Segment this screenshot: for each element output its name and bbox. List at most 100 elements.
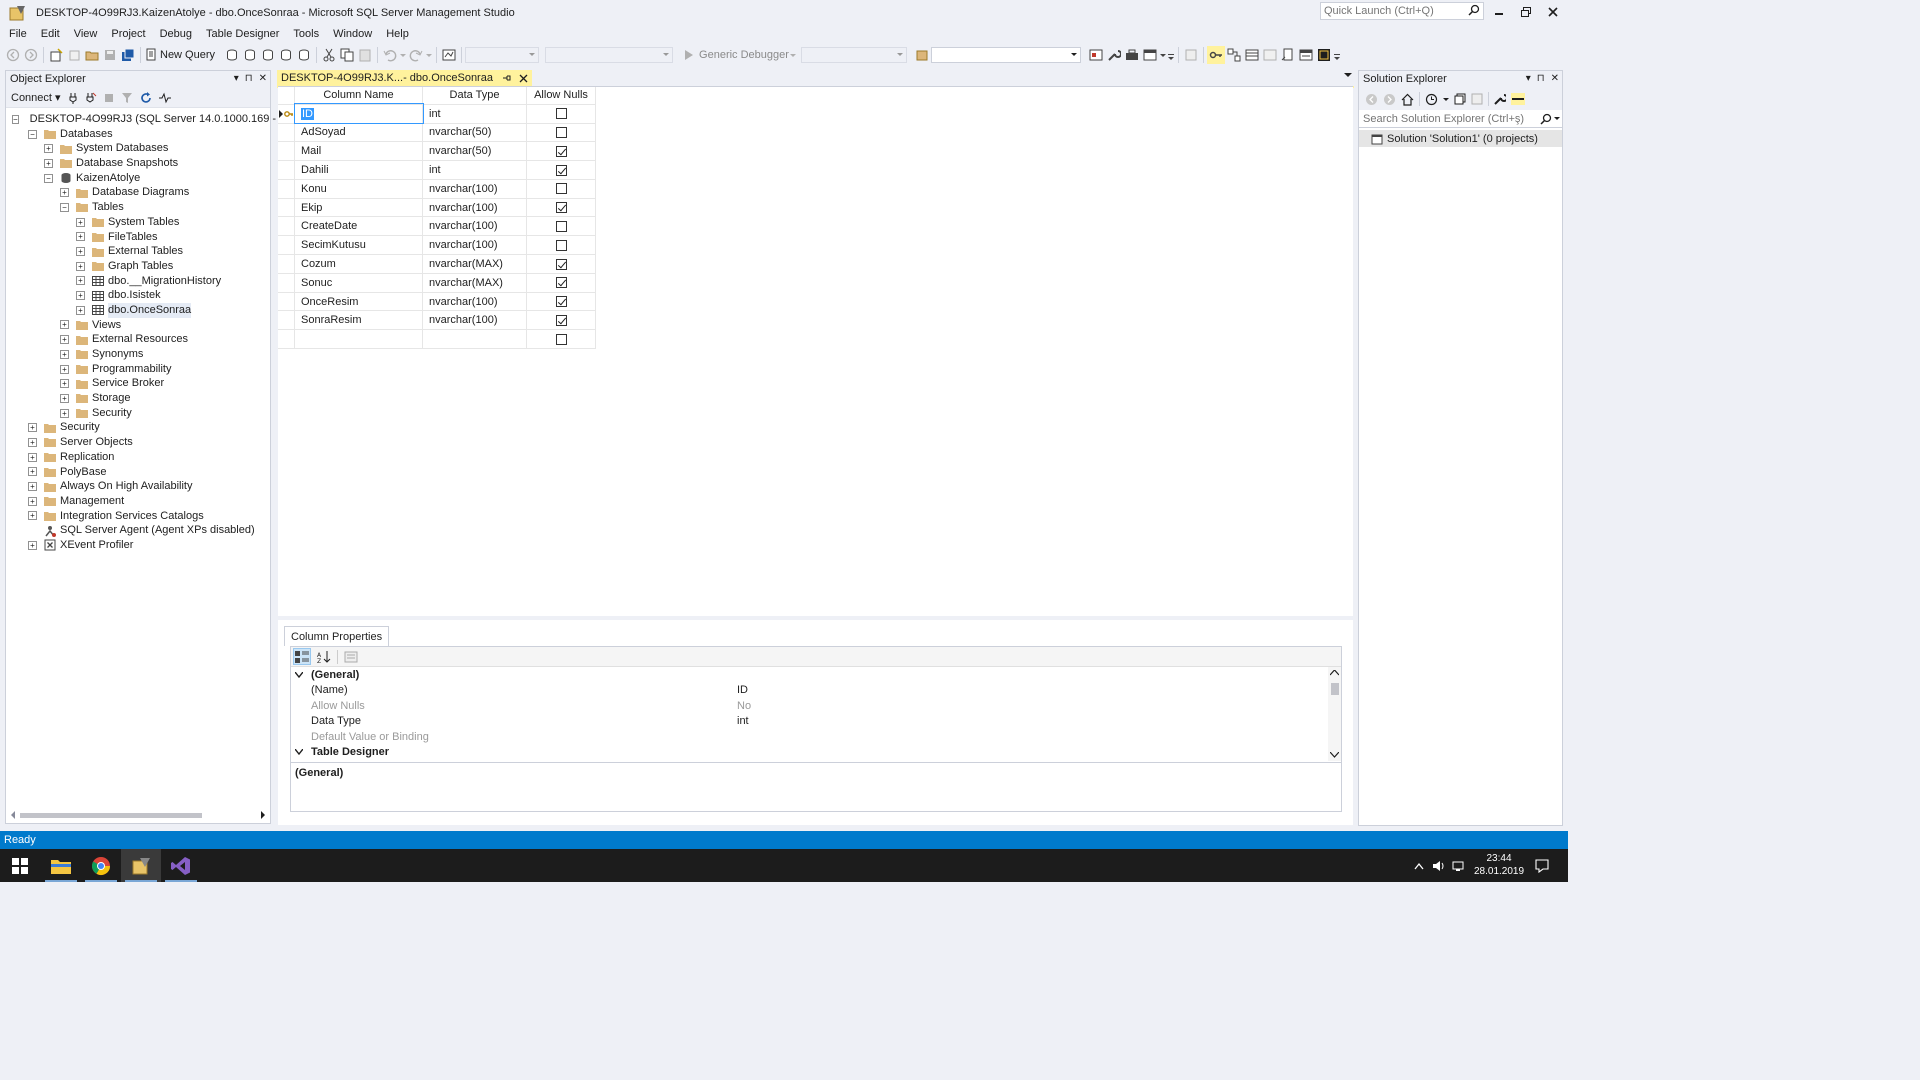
expand-icon[interactable]: + (76, 232, 85, 242)
allow-nulls-cell[interactable] (526, 235, 596, 256)
table-row[interactable]: CreateDate nvarchar(100) (278, 216, 596, 237)
header-allow-nulls[interactable]: Allow Nulls (526, 87, 596, 105)
restore-button[interactable] (1516, 4, 1536, 20)
filter-icon[interactable] (121, 92, 133, 104)
tree-node-system-databases[interactable]: + System Databases (6, 141, 270, 156)
expand-icon[interactable]: + (28, 452, 37, 462)
allow-nulls-checkbox[interactable] (555, 296, 567, 308)
table-row[interactable]: Cozum nvarchar(MAX) (278, 254, 596, 274)
expand-icon[interactable]: + (28, 423, 37, 433)
debugger-dropdown[interactable] (789, 46, 797, 64)
search-icon[interactable] (1540, 113, 1552, 125)
tree-node-table-isistek[interactable]: + dbo.Isistek (6, 288, 270, 303)
column-name-cell[interactable]: SecimKutusu (294, 235, 423, 256)
manage-xml-indexes-button[interactable] (1261, 46, 1279, 64)
object-explorer-hscrollbar[interactable] (6, 810, 270, 820)
layout-dropdown[interactable] (1159, 46, 1167, 64)
data-type-cell[interactable]: nvarchar(50) (422, 141, 527, 162)
tree-node-table-oncesonraa[interactable]: + dbo.OnceSonraa (6, 302, 270, 318)
pin-icon[interactable]: ⊓ (1537, 73, 1545, 85)
collapse-icon[interactable]: − (12, 114, 19, 124)
column-name-cell[interactable] (294, 329, 423, 350)
tree-node-storage[interactable]: + Storage (6, 391, 270, 406)
toolbar-options-button[interactable] (1167, 46, 1175, 64)
data-type-cell[interactable]: nvarchar(100) (422, 292, 527, 312)
copy-button[interactable] (338, 46, 356, 64)
row-selector[interactable] (278, 141, 295, 162)
collapse-icon[interactable]: − (60, 202, 69, 212)
menu-file[interactable]: File (2, 26, 34, 44)
data-type-cell[interactable]: nvarchar(100) (422, 179, 527, 199)
volume-icon[interactable] (1432, 860, 1446, 872)
allow-nulls-checkbox[interactable] (555, 258, 567, 270)
column-name-cell[interactable]: Konu (294, 179, 423, 199)
property-pages-button[interactable] (342, 648, 360, 665)
tree-node-filetables[interactable]: + FileTables (6, 230, 270, 245)
allow-nulls-cell[interactable] (526, 141, 596, 162)
paste-button[interactable] (356, 46, 374, 64)
row-selector[interactable] (278, 104, 295, 124)
new-table-row[interactable] (278, 329, 596, 350)
table-row[interactable]: SecimKutusu nvarchar(100) (278, 235, 596, 256)
history-dropdown-icon[interactable] (1443, 94, 1449, 104)
back-icon[interactable] (1365, 93, 1378, 106)
row-selector[interactable] (278, 310, 295, 331)
scroll-down-icon[interactable] (1330, 752, 1339, 758)
expand-icon[interactable]: + (28, 540, 37, 550)
menu-table-designer[interactable]: Table Designer (199, 26, 286, 44)
property-category-table-designer[interactable]: Table Designer (291, 745, 1341, 761)
allow-nulls-checkbox[interactable] (555, 145, 567, 157)
column-name-cell[interactable]: Ekip (294, 198, 423, 218)
allow-nulls-cell[interactable] (526, 179, 596, 199)
tree-node-sql-agent[interactable]: SQL Server Agent (Agent XPs disabled) (6, 523, 270, 538)
debugger-label[interactable]: Generic Debugger (699, 49, 789, 61)
table-row[interactable]: Sonuc nvarchar(MAX) (278, 273, 596, 293)
data-type-cell[interactable]: nvarchar(100) (422, 310, 527, 331)
expand-icon[interactable]: + (60, 393, 69, 403)
property-value[interactable]: int (737, 715, 749, 727)
table-row[interactable]: AdSoyad nvarchar(50) (278, 123, 596, 143)
connect-button[interactable]: Connect ▾ (11, 91, 61, 104)
refresh-icon[interactable] (140, 91, 152, 104)
taskbar-ssms[interactable] (121, 849, 161, 882)
expand-icon[interactable]: + (28, 467, 37, 477)
allow-nulls-checkbox[interactable] (555, 277, 567, 289)
allow-nulls-checkbox[interactable] (555, 202, 567, 214)
start-button[interactable] (0, 849, 40, 882)
expand-icon[interactable]: + (76, 291, 85, 301)
tree-node-programmability[interactable]: + Programmability (6, 362, 270, 377)
tree-node-xevent-profiler[interactable]: + XEvent Profiler (6, 538, 270, 553)
data-type-cell[interactable]: nvarchar(MAX) (422, 254, 527, 274)
row-selector[interactable] (278, 123, 295, 143)
tree-node-server[interactable]: − DESKTOP-4O99RJ3 (SQL Server 14.0.1000.… (6, 112, 316, 127)
home-icon[interactable] (1401, 93, 1414, 106)
menu-edit[interactable]: Edit (34, 26, 67, 44)
close-tab-icon[interactable] (519, 74, 528, 83)
table-row[interactable]: Dahili int (278, 160, 596, 180)
row-selector[interactable] (278, 292, 295, 312)
allow-nulls-cell[interactable] (526, 104, 596, 124)
table-row[interactable]: SonraResim nvarchar(100) (278, 310, 596, 331)
check-constraints-button[interactable] (1297, 46, 1315, 64)
column-name-cell[interactable]: CreateDate (294, 216, 423, 237)
search-options-dropdown-icon[interactable] (1554, 117, 1560, 121)
solution-config-combo[interactable] (545, 47, 674, 63)
column-properties-tab[interactable]: Column Properties (284, 626, 390, 646)
expand-icon[interactable]: + (28, 482, 37, 492)
allow-nulls-cell[interactable] (526, 216, 596, 237)
scrollbar-thumb[interactable] (1331, 683, 1339, 695)
solution-explorer-search[interactable] (1359, 110, 1562, 128)
spatial-index-button[interactable] (1315, 46, 1333, 64)
property-category-general[interactable]: (General) (291, 667, 1341, 683)
allow-nulls-cell[interactable] (526, 292, 596, 312)
tree-node-views[interactable]: + Views (6, 318, 270, 333)
allow-nulls-cell[interactable] (526, 329, 596, 350)
new-query-button[interactable]: New Query (144, 46, 223, 64)
document-tab-oncesonraa[interactable]: DESKTOP-4O99RJ3.K...- dbo.OnceSonraa (277, 70, 532, 86)
tree-node-management[interactable]: + Management (6, 494, 270, 509)
data-type-cell[interactable]: nvarchar(100) (422, 216, 527, 237)
primary-key-button[interactable] (1206, 46, 1225, 64)
forward-button[interactable] (22, 46, 40, 64)
expand-icon[interactable]: + (44, 158, 53, 168)
tree-node-external-tables[interactable]: + External Tables (6, 244, 270, 259)
